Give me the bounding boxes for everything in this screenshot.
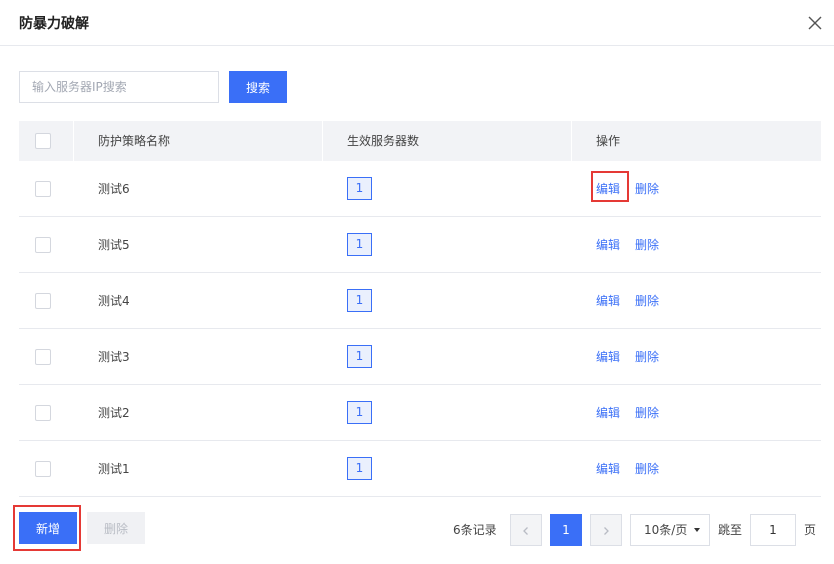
add-button[interactable]: 新增	[19, 512, 77, 544]
table-row: 测试1 1 编辑 删除	[19, 441, 821, 497]
server-count-badge[interactable]: 1	[347, 401, 372, 424]
anti-brute-force-dialog: 防暴力破解 搜索 防护策略名称 生效服务器数 操作 测试6 1 编辑 删除	[0, 0, 834, 564]
edit-link[interactable]: 编辑	[596, 236, 620, 253]
edit-link[interactable]: 编辑	[596, 460, 620, 477]
edit-link[interactable]: 编辑	[596, 404, 620, 421]
table-header: 防护策略名称 生效服务器数 操作	[19, 121, 821, 161]
policy-name: 测试3	[98, 350, 130, 364]
column-header-policy-name: 防护策略名称	[98, 134, 171, 148]
jump-to-label: 跳至	[718, 523, 743, 537]
edit-link[interactable]: 编辑	[596, 292, 620, 309]
row-checkbox[interactable]	[35, 349, 51, 365]
table-row: 测试2 1 编辑 删除	[19, 385, 821, 441]
table-row: 测试5 1 编辑 删除	[19, 217, 821, 273]
total-records: 6条记录	[453, 523, 497, 537]
column-header-server-count: 生效服务器数	[347, 134, 420, 148]
policy-name: 测试5	[98, 238, 130, 252]
next-page-button[interactable]	[590, 514, 622, 546]
chevron-right-icon	[604, 526, 609, 535]
row-checkbox[interactable]	[35, 237, 51, 253]
delete-link[interactable]: 删除	[635, 292, 659, 309]
page-number-current[interactable]: 1	[550, 514, 582, 546]
row-checkbox[interactable]	[35, 181, 51, 197]
policy-name: 测试2	[98, 406, 130, 420]
dialog-title: 防暴力破解	[19, 16, 89, 32]
delete-link[interactable]: 删除	[635, 236, 659, 253]
row-checkbox[interactable]	[35, 293, 51, 309]
prev-page-button[interactable]	[510, 514, 542, 546]
server-ip-search-input[interactable]	[19, 71, 219, 103]
table-row: 测试3 1 编辑 删除	[19, 329, 821, 385]
jump-page-input[interactable]	[750, 514, 796, 546]
column-header-actions: 操作	[596, 134, 621, 148]
delete-link[interactable]: 删除	[635, 180, 659, 197]
header-divider	[73, 121, 74, 161]
search-button[interactable]: 搜索	[229, 71, 287, 103]
edit-link[interactable]: 编辑	[596, 180, 620, 197]
server-count-badge[interactable]: 1	[347, 289, 372, 312]
policy-name: 测试4	[98, 294, 130, 308]
row-checkbox[interactable]	[35, 461, 51, 477]
close-icon	[808, 16, 822, 30]
delete-link[interactable]: 删除	[635, 460, 659, 477]
edit-link[interactable]: 编辑	[596, 348, 620, 365]
chevron-left-icon	[523, 526, 528, 535]
page-size-select[interactable]: 10条/页	[630, 514, 710, 546]
page-unit-label: 页	[804, 523, 817, 537]
delete-link[interactable]: 删除	[635, 348, 659, 365]
dialog-header: 防暴力破解	[0, 0, 834, 46]
select-all-checkbox[interactable]	[35, 133, 51, 149]
table-row: 测试6 1 编辑 删除	[19, 161, 821, 217]
header-divider	[322, 121, 323, 161]
page-size-value: 10条/页	[644, 523, 688, 537]
close-button[interactable]	[804, 12, 826, 34]
server-count-badge[interactable]: 1	[347, 345, 372, 368]
header-divider	[571, 121, 572, 161]
policy-name: 测试6	[98, 182, 130, 196]
delete-link[interactable]: 删除	[635, 404, 659, 421]
caret-down-icon	[694, 528, 700, 532]
table-row: 测试4 1 编辑 删除	[19, 273, 821, 329]
server-count-badge[interactable]: 1	[347, 177, 372, 200]
server-count-badge[interactable]: 1	[347, 457, 372, 480]
policy-name: 测试1	[98, 462, 130, 476]
batch-delete-button: 删除	[87, 512, 145, 544]
row-checkbox[interactable]	[35, 405, 51, 421]
server-count-badge[interactable]: 1	[347, 233, 372, 256]
